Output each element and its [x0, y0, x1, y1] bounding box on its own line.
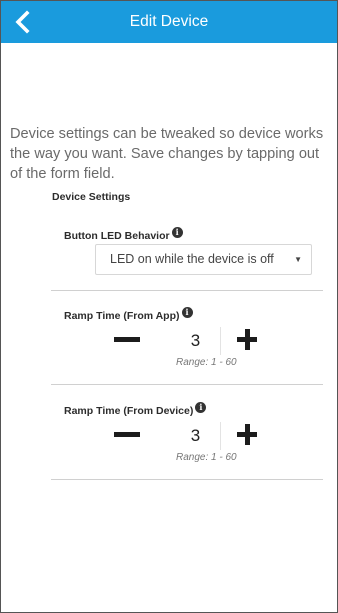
ramp-app-range-hint: Range: 1 - 60 — [176, 357, 237, 368]
ramp-device-value[interactable]: 3 — [171, 422, 221, 450]
info-icon[interactable]: i — [181, 307, 193, 318]
minus-icon — [114, 432, 140, 437]
led-behavior-label: Button LED Behavior i — [64, 227, 183, 242]
info-icon[interactable]: i — [171, 227, 183, 238]
ramp-device-range-hint: Range: 1 - 60 — [176, 452, 237, 463]
ramp-app-decrement-button[interactable] — [114, 327, 140, 353]
intro-description: Device settings can be tweaked so device… — [10, 126, 324, 182]
led-behavior-label-text: Button LED Behavior — [64, 230, 170, 242]
caret-down-icon: ▼ — [294, 255, 302, 264]
led-behavior-select[interactable]: LED on while the device is off ▼ — [95, 244, 312, 275]
ramp-device-decrement-button[interactable] — [114, 422, 140, 448]
divider — [51, 479, 323, 480]
ramp-device-label: Ramp Time (From Device) i — [64, 402, 207, 417]
section-title-device-settings: Device Settings — [52, 191, 131, 203]
ramp-app-value[interactable]: 3 — [171, 327, 221, 355]
ramp-app-label-text: Ramp Time (From App) — [64, 310, 180, 322]
divider — [51, 384, 323, 385]
divider — [51, 290, 323, 291]
info-icon[interactable]: i — [195, 402, 207, 413]
ramp-app-label: Ramp Time (From App) i — [64, 307, 193, 322]
app-header: Edit Device — [1, 1, 337, 43]
led-behavior-selected-value: LED on while the device is off — [110, 252, 274, 266]
plus-icon — [244, 329, 250, 350]
chevron-left-icon — [15, 10, 30, 34]
app-frame: Edit Device Device settings can be tweak… — [0, 0, 338, 613]
back-button[interactable] — [11, 8, 39, 36]
ramp-app-increment-button[interactable] — [234, 326, 260, 352]
ramp-device-label-text: Ramp Time (From Device) — [64, 405, 194, 417]
ramp-device-increment-button[interactable] — [234, 421, 260, 447]
page-title: Edit Device — [129, 13, 209, 30]
plus-icon — [244, 424, 250, 445]
minus-icon — [114, 337, 140, 342]
